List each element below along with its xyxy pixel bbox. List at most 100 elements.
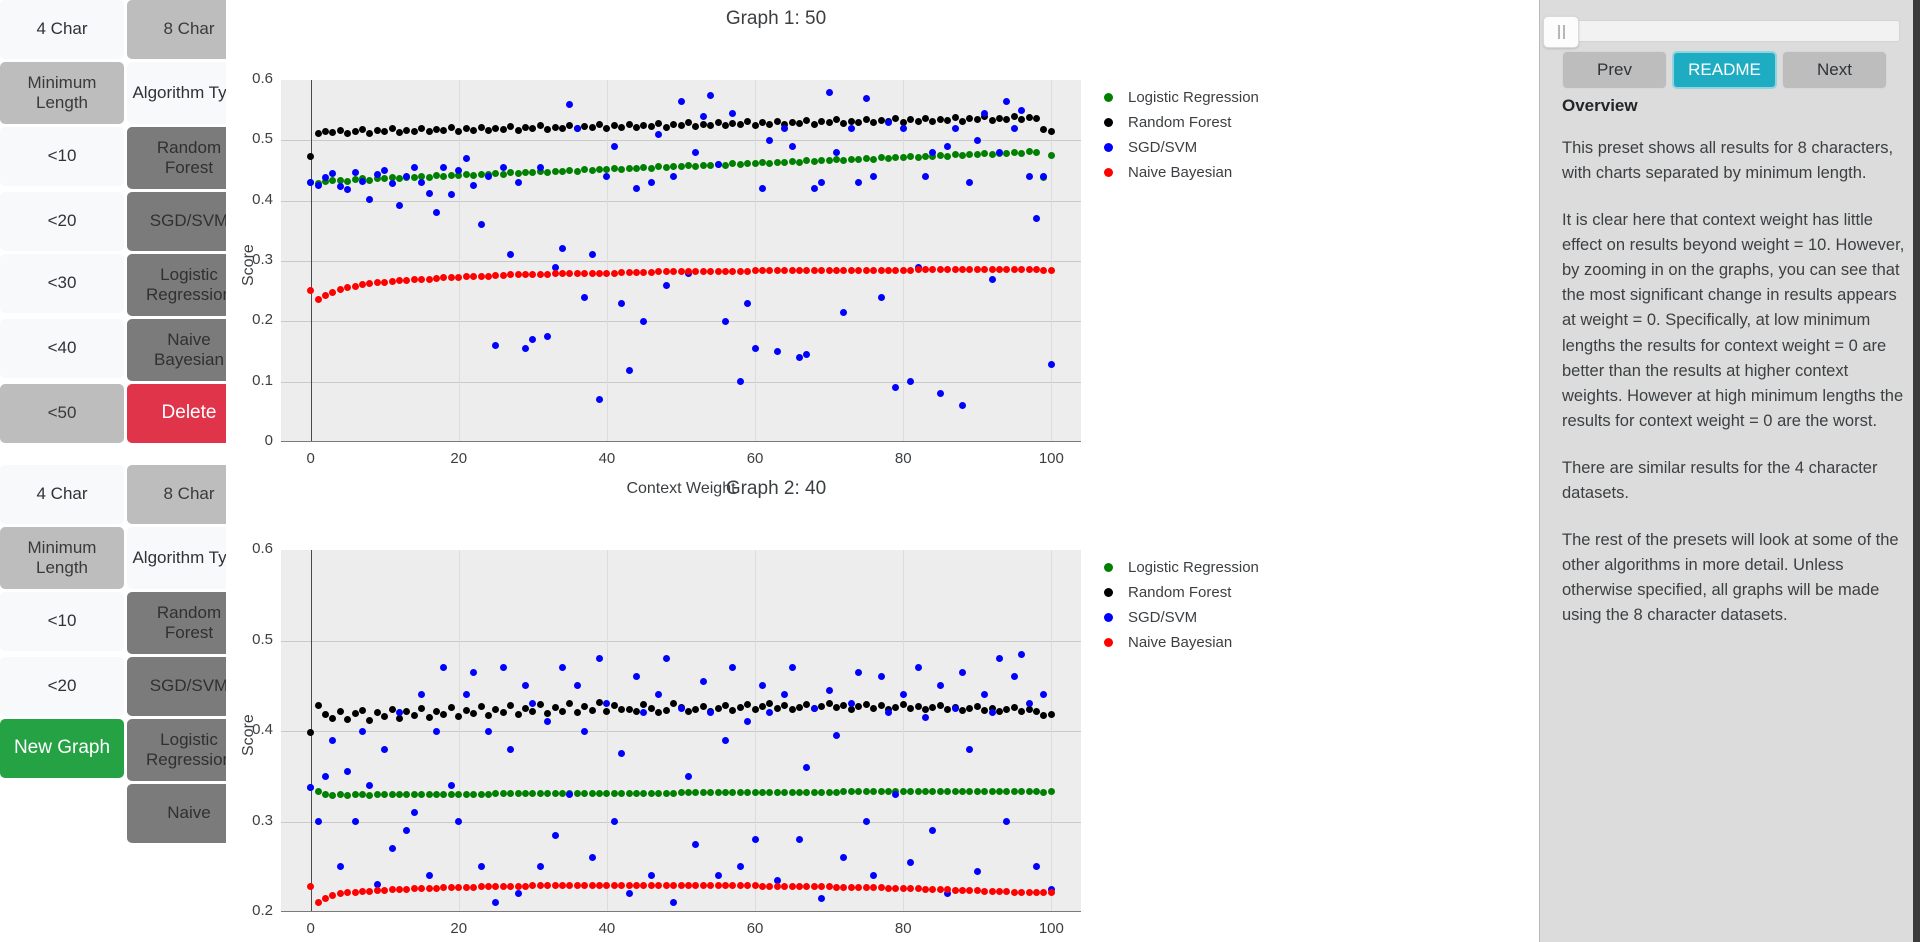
- data-point: [988, 887, 996, 895]
- data-point: [1047, 711, 1055, 719]
- data-point: [581, 293, 589, 301]
- legend-label: SGD/SVM: [1128, 138, 1198, 156]
- legend-item[interactable]: Logistic Regression: [1104, 87, 1259, 107]
- data-point: [492, 124, 500, 132]
- data-point: [425, 790, 433, 798]
- data-point: [633, 707, 641, 715]
- data-point: [1003, 115, 1011, 123]
- legend-item[interactable]: SGD/SVM: [1104, 607, 1259, 627]
- gridline-horizontal: [281, 261, 1081, 262]
- control-minimum-length[interactable]: Minimum Length: [0, 62, 124, 124]
- data-point: [647, 882, 655, 890]
- data-point: [670, 899, 678, 907]
- data-point: [855, 266, 863, 274]
- data-point: [973, 136, 981, 144]
- data-point: [596, 269, 604, 277]
- data-point: [714, 789, 722, 797]
- data-point: [1018, 707, 1026, 715]
- data-point: [744, 718, 752, 726]
- data-point: [958, 402, 966, 410]
- data-point: [307, 152, 315, 160]
- plot-area[interactable]: [281, 550, 1081, 912]
- gridline-horizontal: [281, 821, 1081, 823]
- legend-label: Naive Bayesian: [1128, 633, 1233, 651]
- prev-button[interactable]: Prev: [1562, 51, 1667, 89]
- data-point: [899, 124, 907, 132]
- control-20[interactable]: <20: [0, 192, 124, 251]
- legend-item[interactable]: Random Forest: [1104, 582, 1259, 602]
- data-point: [707, 162, 715, 170]
- control-10[interactable]: <10: [0, 127, 124, 186]
- data-point: [1025, 113, 1033, 121]
- data-point: [788, 118, 796, 126]
- data-point: [336, 790, 344, 798]
- data-point: [988, 788, 996, 796]
- data-point: [862, 94, 870, 102]
- data-point: [418, 704, 426, 712]
- y-axis-tick: 0.5: [252, 630, 273, 648]
- control-40[interactable]: <40: [0, 319, 124, 378]
- preset-slider[interactable]: [1543, 16, 1900, 48]
- data-point: [351, 168, 359, 176]
- data-point: [521, 883, 529, 891]
- y-axis-tick: 0.2: [252, 902, 273, 919]
- chart-1: Graph 1: 50 0 0.1 0.2 0.3 0.4 0.5 0.6 0 20 40 60 80 1…: [226, 0, 1532, 532]
- data-point: [566, 100, 574, 108]
- data-point: [499, 170, 507, 178]
- data-point: [988, 275, 996, 283]
- data-point: [455, 790, 463, 798]
- readme-scrollbar[interactable]: [1913, 0, 1920, 942]
- data-point: [633, 882, 641, 890]
- control-4-char[interactable]: 4 Char: [0, 465, 124, 524]
- data-point: [610, 789, 618, 797]
- data-point: [440, 884, 448, 892]
- preset-slider-thumb[interactable]: [1543, 16, 1579, 48]
- data-point: [558, 245, 566, 253]
- data-point: [981, 887, 989, 895]
- data-point: [581, 882, 589, 890]
- data-point: [440, 664, 448, 672]
- data-point: [855, 788, 863, 796]
- data-point: [929, 827, 937, 835]
- data-point: [729, 882, 737, 890]
- data-point: [884, 884, 892, 892]
- data-point: [655, 163, 663, 171]
- data-point: [462, 884, 470, 892]
- legend-item[interactable]: Naive Bayesian: [1104, 632, 1259, 652]
- legend-item[interactable]: Random Forest: [1104, 112, 1259, 132]
- data-point: [529, 335, 537, 343]
- data-point: [670, 121, 678, 129]
- data-point: [581, 269, 589, 277]
- control-50[interactable]: <50: [0, 384, 124, 443]
- data-point: [321, 790, 329, 798]
- control-4-char[interactable]: 4 Char: [0, 0, 124, 59]
- data-point: [899, 154, 907, 162]
- data-point: [388, 885, 396, 893]
- data-point: [358, 706, 366, 714]
- data-point: [521, 344, 529, 352]
- legend-item[interactable]: Naive Bayesian: [1104, 162, 1259, 182]
- control-30[interactable]: <30: [0, 254, 124, 313]
- control-20[interactable]: <20: [0, 657, 124, 716]
- control-minimum-length[interactable]: Minimum Length: [0, 527, 124, 589]
- data-point: [499, 125, 507, 133]
- data-point: [314, 898, 322, 906]
- data-point: [751, 789, 759, 797]
- data-point: [507, 122, 515, 130]
- gridline-horizontal: [281, 731, 1081, 732]
- legend-item[interactable]: Logistic Regression: [1104, 557, 1259, 577]
- data-point: [847, 117, 855, 125]
- data-point: [714, 704, 722, 712]
- plot-area[interactable]: [281, 80, 1081, 442]
- readme-button[interactable]: README: [1672, 51, 1777, 89]
- data-point: [403, 827, 411, 835]
- data-point: [484, 712, 492, 720]
- legend-item[interactable]: SGD/SVM: [1104, 137, 1259, 157]
- data-point: [433, 727, 441, 735]
- next-button[interactable]: Next: [1782, 51, 1887, 89]
- data-point: [588, 167, 596, 174]
- data-point: [973, 788, 981, 796]
- control-10[interactable]: <10: [0, 592, 124, 651]
- control-new-graph[interactable]: New Graph: [0, 719, 124, 778]
- data-point: [618, 165, 626, 173]
